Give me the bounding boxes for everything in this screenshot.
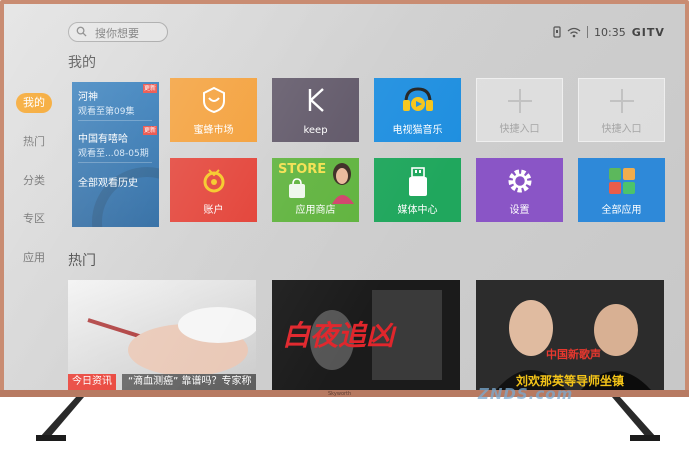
watch-history-tile[interactable]: 河神 更新 观看至第09集 中国有嘻哈 更新 观看至...08-05期 全部观看… — [72, 82, 159, 227]
tv-stand-right — [612, 397, 660, 441]
news-tag: 今日资讯 — [68, 374, 116, 390]
wifi-icon — [567, 27, 581, 37]
app-tile-settings[interactable]: 设置 — [476, 158, 563, 222]
znds-watermark: ZNDS.com — [478, 385, 574, 403]
app-label: 账户 — [203, 205, 224, 216]
history-divider — [78, 162, 152, 163]
hot-card-news[interactable]: 今日资讯 “滴血测癌” 靠谱吗？专家称 — [68, 280, 256, 390]
hot-card-drama[interactable]: 白夜追凶 — [272, 280, 460, 390]
update-badge: 更新 — [143, 126, 157, 135]
app-tile-keep[interactable]: keep — [272, 78, 359, 142]
history-item-progress: 观看至第09集 — [78, 107, 135, 117]
store-model-figure — [332, 163, 354, 204]
device-icon — [553, 26, 561, 38]
clock: 10:35 — [594, 25, 626, 39]
apps-grid-icon — [608, 168, 635, 194]
gear-icon — [508, 169, 531, 193]
app-label: 全部应用 — [601, 205, 642, 216]
app-label: 快捷入口 — [601, 124, 642, 135]
account-icon — [203, 169, 224, 193]
app-tile-bee-market[interactable]: 蜜蜂市场 — [170, 78, 257, 142]
bee-shield-icon — [202, 86, 225, 114]
app-label: 媒体中心 — [397, 205, 438, 216]
gitv-logo: GITV — [631, 25, 665, 39]
app-label: keep — [303, 125, 328, 136]
news-caption: “滴血测癌” 靠谱吗？专家称 — [122, 374, 256, 390]
app-label: 快捷入口 — [499, 124, 540, 135]
skyworth-logo: Skyworth — [328, 391, 352, 397]
section-title-mine: 我的 — [68, 55, 96, 71]
usb-icon — [408, 167, 427, 196]
app-label: 蜜蜂市场 — [193, 125, 234, 136]
app-label: 应用商店 — [295, 205, 336, 216]
app-tile-all-apps[interactable]: 全部应用 — [578, 158, 665, 222]
nav-item-mine[interactable]: 我的 — [16, 93, 52, 113]
search-placeholder: 搜你想要 — [95, 27, 139, 40]
tv-cat-music-icon — [402, 87, 433, 111]
app-tile-tvcat-music[interactable]: 电视猫音乐 — [374, 78, 461, 142]
nav-item-apps[interactable]: 应用 — [14, 248, 54, 268]
history-item-progress: 观看至...08-05期 — [78, 149, 149, 159]
shortcut-slot-1[interactable]: 快捷入口 — [476, 78, 563, 142]
store-banner-text: STORE — [278, 162, 327, 177]
nav-item-category[interactable]: 分类 — [14, 171, 54, 191]
tv-screen: 搜你想要 10:35 GITV 我的 热门 我的 热门 分类 专区 应用 河神 … — [4, 4, 685, 390]
hot-card-show[interactable]: 中国新歌声 刘欢那英等导师坐镇 — [476, 280, 664, 390]
section-title-hot: 热门 — [68, 253, 96, 269]
history-divider — [78, 120, 152, 121]
search-icon — [76, 26, 87, 37]
app-label: 设置 — [509, 205, 530, 216]
app-tile-account[interactable]: 账户 — [170, 158, 257, 222]
all-history-link[interactable]: 全部观看历史 — [78, 174, 138, 189]
nav-item-hot[interactable]: 热门 — [14, 132, 54, 152]
drama-title-art: 白夜追凶 — [282, 319, 395, 352]
update-badge: 更新 — [143, 84, 157, 93]
shortcut-slot-2[interactable]: 快捷入口 — [578, 78, 665, 142]
tv-stand-left — [36, 397, 84, 441]
history-item-title[interactable]: 河神 — [78, 88, 98, 103]
show-title-art: 中国新歌声 — [546, 348, 601, 361]
store-icon — [289, 178, 305, 198]
nav-item-zone[interactable]: 专区 — [14, 209, 54, 229]
app-tile-app-store[interactable]: STORE 应用商店 — [272, 158, 359, 222]
plus-icon — [507, 89, 532, 113]
history-item-title[interactable]: 中国有嘻哈 — [78, 130, 128, 145]
status-bar: 10:35 GITV — [553, 24, 665, 40]
search-box[interactable]: 搜你想要 — [68, 22, 168, 42]
keep-k-icon — [308, 88, 324, 112]
plus-icon — [609, 89, 634, 113]
app-label: 电视猫音乐 — [392, 125, 443, 136]
app-tile-media-center[interactable]: 媒体中心 — [374, 158, 461, 222]
status-separator — [587, 26, 588, 38]
news-thumbnail-art — [87, 307, 256, 374]
